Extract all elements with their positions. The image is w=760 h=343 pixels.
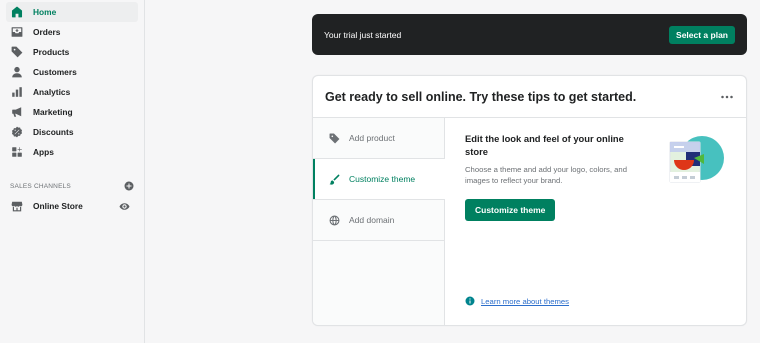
more-actions-button[interactable] <box>720 90 734 104</box>
sidebar-item-orders[interactable]: Orders <box>6 22 138 42</box>
megaphone-icon <box>11 106 23 118</box>
sidebar: Home Orders Products Customers Analytics <box>0 0 145 343</box>
sales-channels-header: SALES CHANNELS <box>10 180 134 192</box>
panel-description: Choose a theme and add your logo, colors… <box>465 165 627 185</box>
sidebar-item-label: Customers <box>33 67 77 77</box>
eye-icon[interactable] <box>118 200 130 212</box>
sidebar-item-label: Apps <box>33 147 54 157</box>
tab-add-product[interactable]: Add product <box>313 118 444 159</box>
tab-label: Add domain <box>349 215 395 225</box>
panel-title: Edit the look and feel of your online st… <box>465 133 624 157</box>
tab-label: Add product <box>349 133 395 143</box>
sidebar-item-online-store[interactable]: Online Store <box>6 196 138 216</box>
sidebar-item-label: Online Store <box>33 201 83 211</box>
customize-theme-panel: Edit the look and feel of your online st… <box>446 118 746 325</box>
sidebar-item-discounts[interactable]: Discounts <box>6 122 138 142</box>
store-icon <box>11 200 23 212</box>
info-icon <box>465 296 475 306</box>
setup-guide-card: Get ready to sell online. Try these tips… <box>312 75 747 326</box>
tag-icon <box>328 132 340 144</box>
orders-icon <box>11 26 23 38</box>
sidebar-item-label: Analytics <box>33 87 71 97</box>
sidebar-item-label: Products <box>33 47 70 57</box>
sidebar-item-marketing[interactable]: Marketing <box>6 102 138 122</box>
apps-icon <box>11 146 23 158</box>
sidebar-item-label: Marketing <box>33 107 73 117</box>
theme-illustration <box>669 136 724 183</box>
paintbrush-icon <box>328 173 340 185</box>
ellipsis-icon <box>721 95 733 98</box>
sidebar-item-label: Home <box>33 7 57 17</box>
sidebar-item-label: Orders <box>33 27 61 37</box>
setup-tabs: Add product Customize theme Add domain <box>313 118 445 325</box>
analytics-icon <box>11 86 23 98</box>
trial-banner: Your trial just started Select a plan <box>312 14 747 55</box>
tab-label: Customize theme <box>349 174 416 184</box>
card-body: Add product Customize theme Add domain E… <box>313 118 746 325</box>
sidebar-item-apps[interactable]: Apps <box>6 142 138 162</box>
learn-more-label: Learn more about themes <box>481 296 570 306</box>
customize-theme-button[interactable]: Customize theme <box>465 199 556 221</box>
learn-more-link[interactable]: Learn more about themes <box>465 296 569 306</box>
sidebar-item-label: Discounts <box>33 127 74 137</box>
discount-icon <box>11 126 23 138</box>
nav-list: Home Orders Products Customers Analytics <box>0 2 144 162</box>
plus-circle-icon <box>124 181 134 191</box>
sidebar-item-products[interactable]: Products <box>6 42 138 62</box>
person-icon <box>11 66 23 78</box>
add-sales-channel-button[interactable] <box>124 181 134 191</box>
sidebar-item-analytics[interactable]: Analytics <box>6 82 138 102</box>
card-title: Get ready to sell online. Try these tips… <box>325 89 637 104</box>
card-header: Get ready to sell online. Try these tips… <box>313 76 746 118</box>
home-icon <box>11 6 23 18</box>
tab-customize-theme[interactable]: Customize theme <box>313 159 445 200</box>
globe-icon <box>328 214 340 226</box>
tab-add-domain[interactable]: Add domain <box>313 200 444 241</box>
sidebar-item-customers[interactable]: Customers <box>6 62 138 82</box>
trial-banner-text: Your trial just started <box>324 29 402 40</box>
sales-channels-title: SALES CHANNELS <box>10 182 71 190</box>
select-plan-button[interactable]: Select a plan <box>669 25 735 44</box>
tag-icon <box>11 46 23 58</box>
sidebar-item-home[interactable]: Home <box>6 2 138 22</box>
